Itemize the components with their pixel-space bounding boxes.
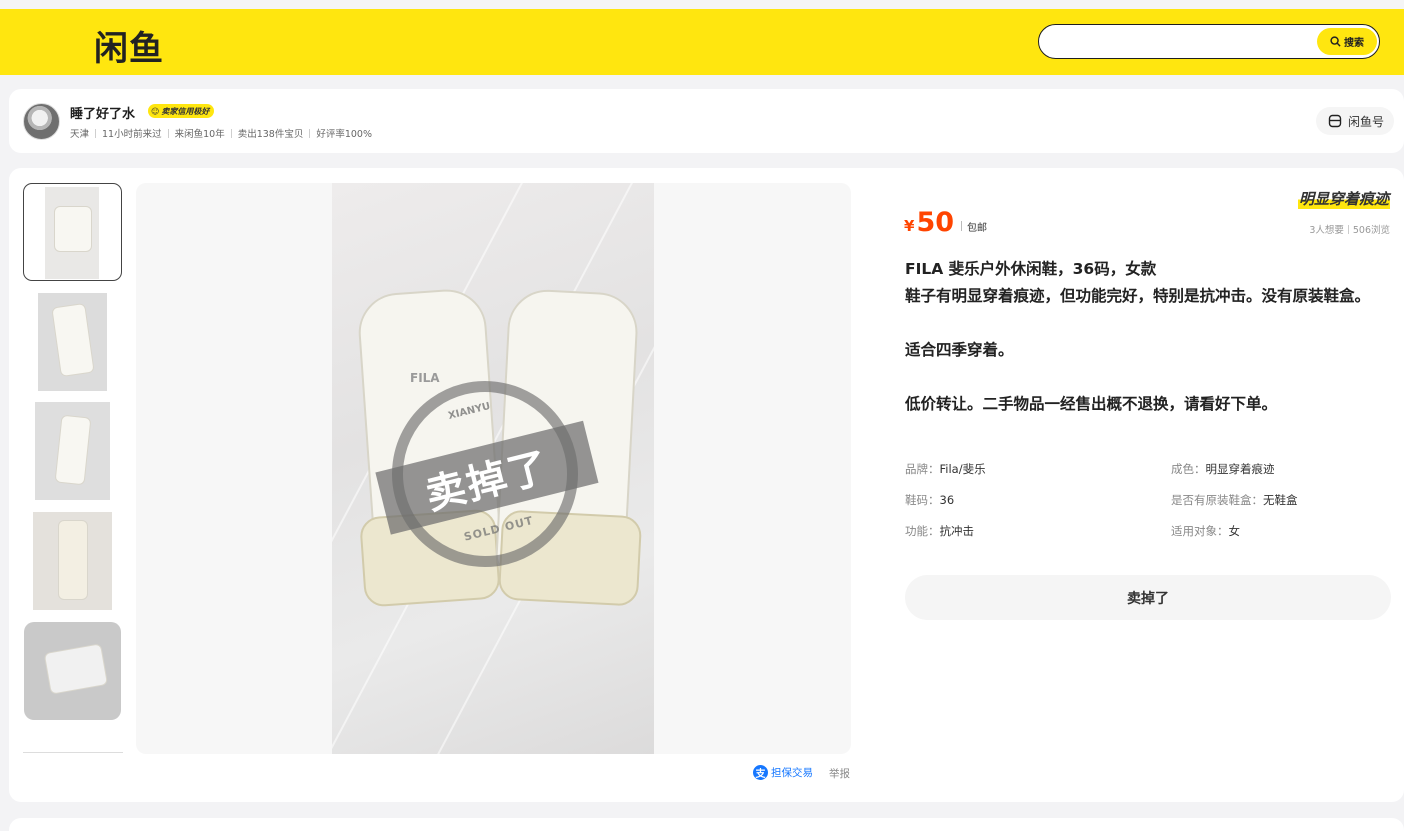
property-value: 36 [939,493,955,507]
property-function: 功能：抗冲击 [905,523,974,539]
product-photo: FILA XIANYU 卖掉了 SOLD OUT [332,183,654,754]
search-button[interactable]: 搜索 [1317,28,1377,55]
main-image-viewer[interactable]: FILA XIANYU 卖掉了 SOLD OUT [136,183,851,754]
thumbnail-shoe [54,414,91,486]
next-section-card [9,818,1404,831]
divider [230,128,232,138]
property-key: 成色： [1171,462,1206,476]
seller-meta: 天津 11小时前来过 来闲鱼10年 卖出138件宝贝 好评率100% [70,126,372,140]
property-size: 鞋码：36 [905,492,954,508]
price-value: 50 [916,207,955,238]
property-box: 是否有原装鞋盒：无鞋盒 [1171,492,1298,508]
xianyu-id-label: 闲鱼号 [1347,114,1384,129]
wants-count: 3人想要 [1309,225,1344,236]
thumbnail-4[interactable] [33,512,112,610]
divider [167,128,169,138]
description-line: 低价转让。二手物品一经售出概不退换，请看好下单。 [905,395,1278,413]
thumbnail-5[interactable] [24,622,121,720]
credit-badge-label: 卖家信用极好 [161,106,210,116]
seller-card: 睡了好了水 ☺ 卖家信用极好 天津 11小时前来过 来闲鱼10年 卖出138件宝… [9,89,1404,153]
thumbnail-shoe [53,206,92,252]
thumbnail-1[interactable] [23,183,122,281]
property-value: 无鞋盒 [1263,493,1298,507]
guarantee-link[interactable]: 支 担保交易 [753,765,813,780]
price: ¥ 50 包邮 [904,207,987,238]
xianyu-logo[interactable]: 闲鱼 [94,21,164,70]
property-key: 是否有原装鞋盒： [1171,493,1263,507]
property-value: Fila/斐乐 [939,462,986,476]
description-line: 适合四季穿着。 [905,341,1014,359]
views-count: 506浏览 [1352,225,1390,236]
credit-badge: ☺ 卖家信用极好 [148,104,215,118]
property-value: 女 [1228,524,1241,538]
thumbnail-strip[interactable] [23,183,123,754]
description-line: 鞋子有明显穿着痕迹，但功能完好，特别是抗冲击。没有原装鞋盒。 [905,287,1371,305]
guarantee-label: 担保交易 [771,767,813,779]
top-strip [0,0,1404,9]
property-value: 明显穿着痕迹 [1205,462,1275,476]
condition-title: 明显穿着痕迹 [1297,188,1390,209]
seller-sold-count: 卖出138件宝贝 [237,129,304,140]
seller-rating: 好评率100% [316,129,373,140]
alipay-icon: 支 [753,765,768,780]
property-brand: 品牌：Fila/斐乐 [905,461,986,477]
thumbnail-6[interactable] [23,752,123,754]
photo-brand-logo: FILA [410,371,440,385]
seller-name[interactable]: 睡了好了水 [70,103,135,122]
shipping-label: 包邮 [967,223,988,234]
description-line [905,364,1395,391]
sold-status-button[interactable]: 卖掉了 [905,575,1391,620]
seller-last-seen: 11小时前来过 [102,129,162,140]
description-line: FILA 斐乐户外休闲鞋，36码，女款 [905,260,1157,278]
search-button-label: 搜索 [1344,38,1364,49]
smile-icon: ☺ [151,106,160,116]
description-line [905,310,1395,337]
search-icon [1330,36,1341,47]
seller-tenure: 来闲鱼10年 [174,129,225,140]
property-key: 鞋码： [905,493,940,507]
site-header: 闲鱼 搜索 [0,9,1404,75]
divider [961,221,963,231]
fish-bag-icon [1328,114,1342,128]
thumbnail-2[interactable] [38,293,107,391]
thumbnail-shoe [57,520,88,600]
thumbnail-3[interactable] [35,402,110,500]
price-currency: ¥ [904,217,915,235]
property-key: 功能： [905,524,940,538]
xianyu-id-button[interactable]: 闲鱼号 [1315,107,1394,135]
seller-location: 天津 [70,129,90,140]
property-audience: 适用对象：女 [1171,523,1240,539]
property-condition: 成色：明显穿着痕迹 [1171,461,1275,477]
product-stats: 3人想要 506浏览 [1309,222,1390,236]
property-key: 适用对象： [1171,524,1229,538]
property-value: 抗冲击 [939,524,975,538]
divider [95,128,97,138]
product-card: FILA XIANYU 卖掉了 SOLD OUT 支 担保交易 举报 明显穿着痕… [9,168,1404,802]
search-box[interactable]: 搜索 [1038,24,1380,59]
report-link[interactable]: 举报 [829,766,850,781]
product-description: FILA 斐乐户外休闲鞋，36码，女款 鞋子有明显穿着痕迹，但功能完好，特别是抗… [905,256,1395,418]
divider [309,128,311,138]
divider [1347,224,1349,234]
property-key: 品牌： [905,462,940,476]
seller-avatar[interactable] [23,103,60,140]
